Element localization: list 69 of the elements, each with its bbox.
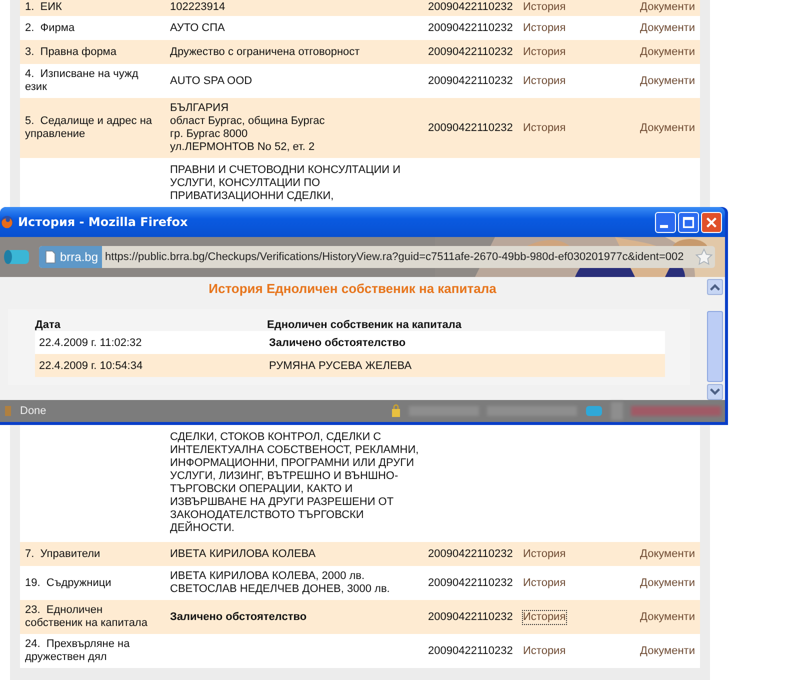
table-cell-text: 20090422110232 (428, 576, 514, 590)
table-cell-text: АУТО СПА (170, 22, 226, 34)
table-cell-text: 20090422110232 (428, 74, 514, 88)
history-link[interactable]: История (522, 0, 567, 15)
table-cell-text: 20090422110232 (428, 122, 514, 134)
documents-link[interactable]: Документи (639, 44, 696, 60)
documents-link[interactable]: Документи (639, 644, 696, 658)
lock-icon[interactable] (391, 404, 401, 418)
page-icon (45, 250, 56, 264)
page-heading: История Едноличен собственик на капитала (208, 281, 498, 297)
table-cell: Заличено обстоятелство (269, 336, 406, 348)
table-cell-text: Дружество с ограничена отговорност (170, 46, 361, 58)
table-cell-text: 20090422110232 (428, 46, 514, 58)
scroll-down-button[interactable] (707, 384, 723, 400)
history-link[interactable]: История (522, 120, 567, 136)
column-header: Дата (35, 319, 62, 331)
table-cell-text: 20090422110232 (428, 548, 514, 560)
status-icon (4, 404, 12, 418)
history-link[interactable]: История (522, 644, 567, 658)
address-field[interactable]: brra.bg https://public.brra.bg/Checkups/Verifications/HistoryView.ra?guid=c7511afe-2670-49bb-980d-ef030201977c&ident=002 (39, 246, 715, 268)
documents-link[interactable]: Документи (639, 120, 696, 136)
close-button[interactable] (701, 212, 722, 232)
table-cell-text: 1. ЕИК (25, 1, 63, 14)
minimize-icon (660, 224, 668, 228)
window-title: История - Mozilla Firefox (18, 215, 189, 229)
table-cell-text: 3. Правна форма (25, 46, 118, 58)
history-link[interactable]: История (522, 74, 567, 88)
column-header: Едноличен собственик на капитала (267, 319, 462, 331)
table-cell-text: 24. Прехвърляне на дружествен дял (25, 638, 131, 664)
url-text: https://public.brra.bg/Checkups/Verifications/HistoryView.ra?guid=c7511afe-2670-49bb-980d-ef030201977c&ident=002 (104, 251, 685, 263)
table-cell-text: 20090422110232 (428, 610, 514, 624)
scroll-up-button[interactable] (707, 279, 723, 295)
table-cell-text: 7. Управители (25, 548, 102, 560)
history-link[interactable]: История (522, 576, 567, 590)
table-cell: РУМЯНА РУСЕВА ЖЕЛЕВА (269, 360, 412, 372)
documents-link[interactable]: Документи (639, 20, 696, 36)
table-cell-text: 5. Седалище и адрес на управление (25, 115, 154, 141)
table-cell-text: ИВЕТА КИРИЛОВА КОЛЕВА, 2000 лв. СВЕТОСЛАВ НЕДЕЛЧЕВ ДОНЕВ, 3000 лв. (170, 570, 391, 596)
maximize-button[interactable] (678, 212, 699, 232)
table-cell-text: Заличено обстоятелство (170, 610, 308, 624)
minimize-button[interactable] (655, 212, 676, 232)
table-cell-text: БЪЛГАРИЯ област Бургас, община Бургас гр. Бургас 8000 ул.ЛЕРМОНТОВ No 52, ет. 2 (170, 102, 326, 154)
table-cell-text: ПРАВНИ И СЧЕТОВОДНИ КОНСУЛТАЦИИ И УСЛУГИ, КОНСУЛТАЦИИ ПО ПРИВАТИЗАЦИОННИ СДЕЛКИ, (170, 164, 402, 203)
status-text: Done (20, 405, 46, 417)
table-cell-text: 23. Едноличен собственик на капитала (25, 604, 148, 630)
documents-link[interactable]: Документи (639, 74, 696, 88)
browser-icon (0, 214, 14, 230)
table-cell-text: 20090422110232 (428, 22, 514, 34)
table-cell-text: 20090422110232 (428, 1, 514, 14)
table-cell-text: 20090422110232 (428, 644, 514, 658)
table-cell-text: 102223914 (170, 1, 226, 14)
scrollbar[interactable] (707, 279, 723, 400)
table-cell-text: 22.4.2009 г. 10:54:34 (38, 360, 144, 372)
documents-link[interactable]: Документи (639, 546, 696, 562)
scroll-thumb[interactable] (707, 311, 723, 382)
table-cell-text: 19. Съдружници (25, 576, 112, 590)
table-cell-text: ИВЕТА КИРИЛОВА КОЛЕВА (170, 548, 317, 560)
table-cell-text: 22.4.2009 г. 11:02:32 (38, 336, 143, 348)
table-cell-text: 2. Фирма (25, 22, 76, 34)
history-link[interactable]: История (522, 546, 567, 562)
star-icon[interactable] (695, 248, 713, 266)
history-link[interactable]: История (522, 20, 567, 36)
documents-link[interactable]: Документи (639, 610, 696, 624)
history-link[interactable]: История (522, 44, 567, 60)
history-link[interactable]: История (522, 610, 567, 624)
documents-link[interactable]: Документи (639, 576, 696, 590)
table-cell-text: 4. Изписване на чужд език (25, 68, 140, 94)
table-cell-text: AUTO SPA OOD (170, 74, 254, 88)
documents-link[interactable]: Документи (639, 0, 696, 15)
